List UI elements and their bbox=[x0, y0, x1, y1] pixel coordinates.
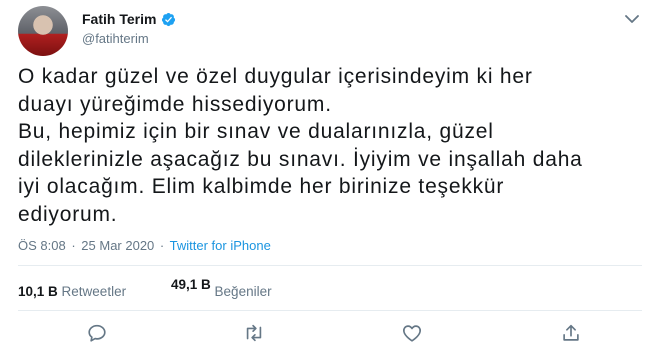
retweets-label: Retweetler bbox=[61, 284, 127, 299]
tweet-date[interactable]: 25 Mar 2020 bbox=[81, 238, 154, 253]
verified-badge-icon bbox=[162, 12, 176, 26]
retweet-icon[interactable] bbox=[243, 322, 265, 344]
divider bbox=[18, 310, 642, 311]
tweet-time[interactable]: ÖS 8:08 bbox=[18, 238, 66, 253]
author-row: Fatih Terim bbox=[82, 11, 176, 27]
likes-label: Beğeniler bbox=[214, 284, 272, 299]
author-name[interactable]: Fatih Terim bbox=[82, 11, 156, 27]
retweets-count: 10,1 B bbox=[18, 284, 58, 299]
chevron-down-icon[interactable] bbox=[624, 14, 640, 24]
share-icon[interactable] bbox=[560, 322, 582, 344]
author-handle[interactable]: @fatihterim bbox=[82, 31, 149, 46]
avatar[interactable] bbox=[18, 6, 68, 56]
heart-icon[interactable] bbox=[401, 322, 423, 344]
likes-count: 49,1 B bbox=[171, 277, 211, 292]
tweet-source-link[interactable]: Twitter for iPhone bbox=[170, 238, 271, 253]
action-bar bbox=[0, 322, 660, 346]
meta-separator: · bbox=[159, 238, 165, 253]
reply-icon[interactable] bbox=[86, 322, 108, 344]
retweets-stat[interactable]: 10,1 B Retweetler bbox=[18, 284, 126, 299]
tweet-meta: ÖS 8:08 · 25 Mar 2020 · Twitter for iPho… bbox=[18, 238, 271, 253]
meta-separator: · bbox=[71, 238, 76, 253]
tweet-text: O kadar güzel ve özel duygular içerisind… bbox=[18, 65, 583, 226]
likes-stat[interactable]: 49,1 B Beğeniler bbox=[171, 277, 272, 299]
divider bbox=[18, 265, 642, 266]
tweet-card: Fatih Terim @fatihterim O kadar güzel ve… bbox=[0, 0, 660, 350]
